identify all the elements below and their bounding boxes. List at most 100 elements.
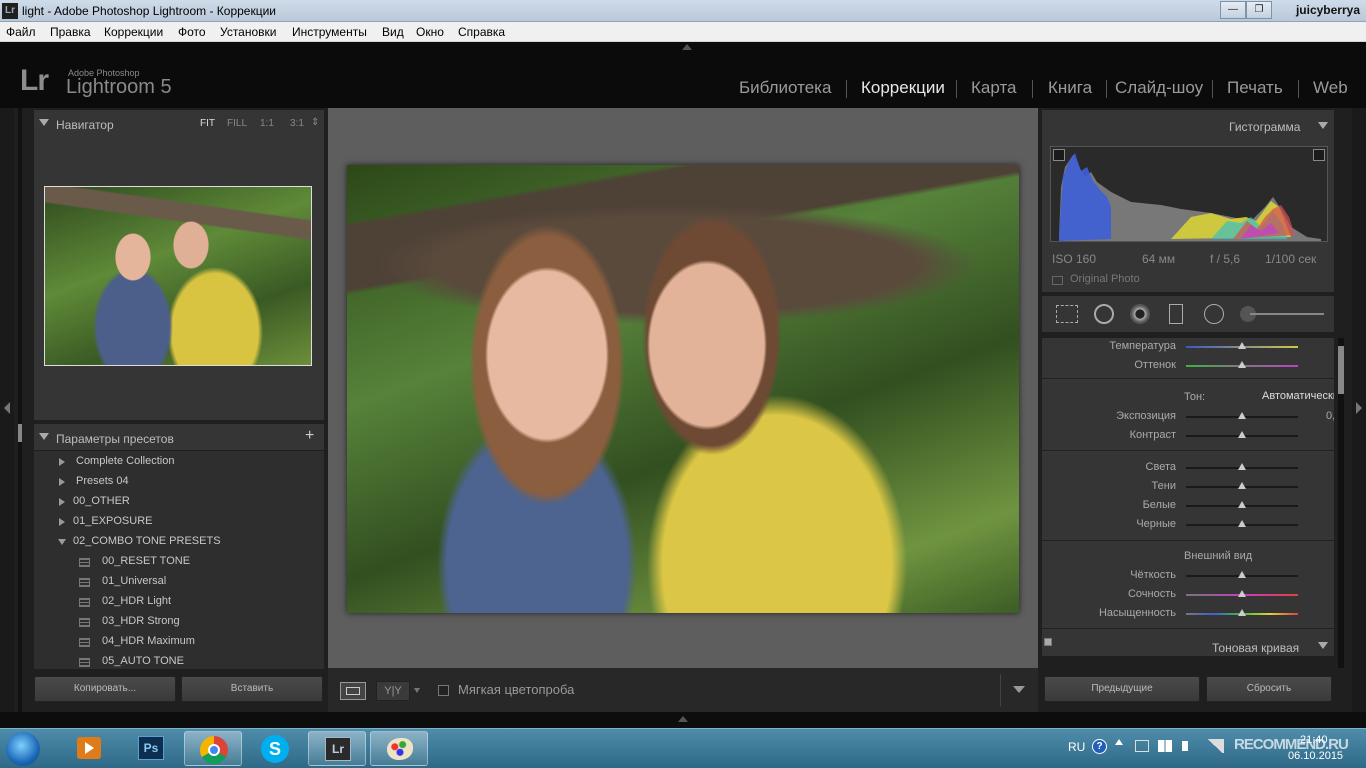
module-web[interactable]: Web: [1313, 78, 1348, 98]
preset-folder[interactable]: Presets 04: [76, 475, 129, 487]
reset-button[interactable]: Сбросить: [1206, 676, 1332, 702]
zoom-3-1[interactable]: 3:1: [290, 118, 304, 129]
minimize-button[interactable]: —: [1220, 1, 1246, 19]
vibrance-thumb[interactable]: [1238, 590, 1246, 597]
blacks-thumb[interactable]: [1238, 520, 1246, 527]
maximize-button[interactable]: ❐: [1246, 1, 1272, 19]
zoom-arrows-icon[interactable]: ⇕: [311, 117, 319, 128]
module-print[interactable]: Печать: [1227, 78, 1283, 98]
auto-tone-button[interactable]: Автоматически: [1262, 390, 1334, 402]
taskbar-lightroom[interactable]: Lr: [308, 731, 366, 766]
collapse-triangle-icon[interactable]: [39, 119, 49, 126]
clarity-thumb[interactable]: [1238, 571, 1246, 578]
expand-filmstrip-icon[interactable]: [678, 716, 688, 722]
expand-triangle-icon[interactable]: [59, 478, 65, 486]
module-map[interactable]: Карта: [971, 78, 1017, 98]
menu-tools[interactable]: Инструменты: [292, 25, 367, 39]
crop-tool-icon[interactable]: [1056, 305, 1078, 323]
preset-item[interactable]: 02_HDR Light: [102, 595, 171, 607]
module-book[interactable]: Книга: [1048, 78, 1092, 98]
expand-triangle-icon[interactable]: [59, 498, 65, 506]
menu-file[interactable]: Файл: [6, 25, 36, 39]
copy-settings-button[interactable]: Копировать...: [34, 676, 176, 702]
radial-filter-icon[interactable]: [1204, 304, 1224, 324]
preset-folder[interactable]: 00_OTHER: [73, 495, 130, 507]
module-slideshow[interactable]: Слайд-шоу: [1115, 78, 1203, 98]
expand-triangle-icon[interactable]: [59, 518, 65, 526]
preset-item[interactable]: 03_HDR Strong: [102, 615, 180, 627]
tint-thumb[interactable]: [1238, 361, 1246, 368]
graduated-filter-icon[interactable]: [1169, 304, 1183, 324]
paste-settings-button[interactable]: Вставить: [181, 676, 323, 702]
preset-folder-open[interactable]: 02_COMBO TONE PRESETS: [73, 535, 221, 547]
right-scrollbar-thumb[interactable]: [1338, 346, 1344, 394]
taskbar-chrome[interactable]: [184, 731, 242, 766]
shadows-thumb[interactable]: [1238, 482, 1246, 489]
menu-develop[interactable]: Коррекции: [104, 25, 163, 39]
taskbar-photoshop[interactable]: Ps: [122, 731, 180, 766]
module-library[interactable]: Библиотека: [739, 78, 831, 98]
preset-item[interactable]: 01_Universal: [102, 575, 166, 587]
module-develop[interactable]: Коррекции: [861, 78, 945, 98]
taskbar-skype[interactable]: S: [246, 731, 304, 766]
collapse-triangle-icon[interactable]: [1318, 642, 1328, 649]
collapse-top-panel-icon[interactable]: [682, 44, 692, 50]
shadow-clipping-toggle[interactable]: [1053, 149, 1065, 161]
temperature-thumb[interactable]: [1238, 342, 1246, 349]
preset-item[interactable]: 04_HDR Maximum: [102, 635, 195, 647]
collapse-triangle-icon[interactable]: [58, 539, 66, 545]
exposure-value[interactable]: 0,00: [1326, 410, 1334, 422]
collapse-right-panel-icon[interactable]: [1356, 402, 1362, 414]
menu-edit[interactable]: Правка: [50, 25, 91, 39]
highlights-thumb[interactable]: [1238, 463, 1246, 470]
brush-size-slider[interactable]: [1250, 313, 1324, 315]
before-after-view-button[interactable]: Y|Y: [376, 681, 410, 701]
menu-photo[interactable]: Фото: [178, 25, 206, 39]
preset-folder[interactable]: 01_EXPOSURE: [73, 515, 152, 527]
tray-expand-icon[interactable]: [1115, 739, 1123, 745]
help-tray-icon[interactable]: ?: [1092, 739, 1107, 754]
menu-help[interactable]: Справка: [458, 25, 505, 39]
highlight-clipping-toggle[interactable]: [1313, 149, 1325, 161]
red-eye-icon[interactable]: [1130, 304, 1150, 324]
exposure-thumb[interactable]: [1238, 412, 1246, 419]
zoom-fill[interactable]: FILL: [227, 118, 247, 129]
navigator-header[interactable]: Навигатор FIT FILL 1:1 3:1 ⇕: [34, 110, 324, 136]
preset-item[interactable]: 00_RESET TONE: [102, 555, 190, 567]
add-preset-button[interactable]: +: [305, 427, 314, 445]
action-center-icon[interactable]: [1135, 740, 1149, 752]
preset-item[interactable]: 05_AUTO TONE: [102, 655, 184, 667]
zoom-1-1[interactable]: 1:1: [260, 118, 274, 129]
network-icon[interactable]: [1206, 739, 1224, 753]
spot-removal-icon[interactable]: [1094, 304, 1114, 324]
toolbar-menu-icon[interactable]: [1013, 686, 1025, 693]
language-indicator[interactable]: RU: [1068, 740, 1085, 754]
collapse-left-panel-icon[interactable]: [4, 402, 10, 414]
saturation-thumb[interactable]: [1238, 609, 1246, 616]
preset-folder[interactable]: Complete Collection: [76, 455, 174, 467]
tone-curve-toggle[interactable]: [1044, 638, 1052, 646]
taskbar-media-player[interactable]: [60, 731, 118, 766]
menu-settings[interactable]: Установки: [220, 25, 276, 39]
whites-thumb[interactable]: [1238, 501, 1246, 508]
zoom-fit[interactable]: FIT: [200, 118, 215, 129]
original-photo-icon: [1052, 276, 1063, 285]
windows-flag-icon[interactable]: [1158, 740, 1172, 752]
left-scrollbar-thumb[interactable]: [18, 424, 22, 442]
menu-window[interactable]: Окно: [416, 25, 444, 39]
menu-view[interactable]: Вид: [382, 25, 404, 39]
volume-icon[interactable]: [1182, 741, 1194, 751]
start-button[interactable]: [6, 732, 40, 766]
loupe-view-icon[interactable]: [340, 682, 366, 700]
contrast-thumb[interactable]: [1238, 431, 1246, 438]
expand-triangle-icon[interactable]: [59, 458, 65, 466]
navigator-thumbnail[interactable]: [44, 186, 312, 366]
collapse-triangle-icon[interactable]: [1318, 122, 1328, 129]
taskbar-paint[interactable]: [370, 731, 428, 766]
collapse-triangle-icon[interactable]: [39, 433, 49, 440]
softproof-checkbox[interactable]: [438, 685, 449, 696]
view-dropdown-icon[interactable]: [414, 688, 420, 693]
previous-settings-button[interactable]: Предыдущие: [1044, 676, 1200, 702]
main-photo[interactable]: [347, 165, 1019, 613]
presets-header[interactable]: Параметры пресетов +: [34, 424, 324, 450]
